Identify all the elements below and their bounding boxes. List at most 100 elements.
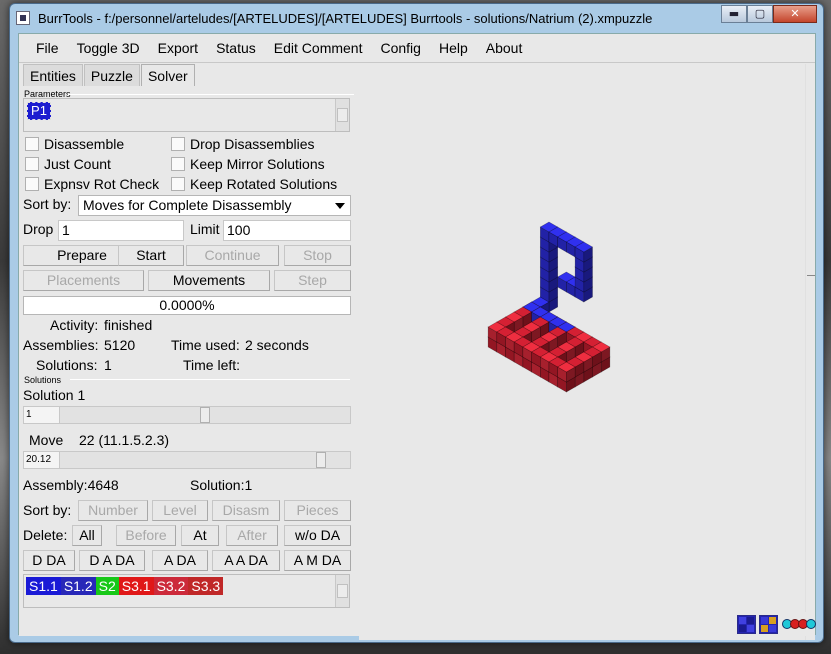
- continue-button[interactable]: Continue: [186, 245, 279, 266]
- main-window: BurrTools - f:/personnel/arteludes/[ARTE…: [9, 3, 824, 643]
- solutions-value: 1: [104, 357, 112, 373]
- a-m-da-button[interactable]: A M DA: [284, 550, 351, 571]
- solution-slider-value: 1: [24, 407, 60, 423]
- delete-all-button[interactable]: All: [72, 525, 102, 546]
- menu-export[interactable]: Export: [149, 34, 207, 62]
- app-icon: [16, 11, 30, 25]
- sort-level-button[interactable]: Level: [152, 500, 208, 521]
- move-slider-knob[interactable]: [316, 452, 326, 468]
- tab-solver[interactable]: Solver: [140, 64, 195, 86]
- menu-file[interactable]: File: [27, 34, 68, 62]
- sort-disasm-button[interactable]: Disasm: [212, 500, 280, 521]
- keep-mirror-label: Keep Mirror Solutions: [190, 156, 325, 172]
- activity-value: finished: [104, 317, 153, 333]
- solution-slider[interactable]: 1: [23, 406, 351, 424]
- piece-s3-2[interactable]: S3.2: [153, 577, 189, 595]
- piece-s3-1[interactable]: S3.1: [118, 577, 154, 595]
- move-value: 22 (11.1.5.2.3): [79, 432, 170, 448]
- just-count-checkbox[interactable]: [25, 157, 39, 171]
- puzzle-3d-render[interactable]: [359, 64, 805, 640]
- move-slider-value: 20.12: [24, 452, 60, 468]
- pieces-scrollbar[interactable]: [335, 575, 349, 607]
- step-button[interactable]: Step: [274, 270, 351, 291]
- stop-button[interactable]: Stop: [284, 245, 351, 266]
- piece-s1-2[interactable]: S1.2: [60, 577, 96, 595]
- sort-row-label: Sort by:: [23, 502, 72, 518]
- disassemble-checkbox[interactable]: [25, 137, 39, 151]
- progress-bar: 0.0000%: [23, 296, 351, 315]
- minimize-button[interactable]: ▬: [721, 5, 747, 23]
- delete-wo-da-button[interactable]: w/o DA: [284, 525, 351, 546]
- parameters-list[interactable]: P1: [23, 98, 350, 132]
- color-grid-icon[interactable]: [759, 615, 778, 634]
- a-a-da-button[interactable]: A A DA: [212, 550, 280, 571]
- viewport-scroll-mark: [807, 275, 815, 276]
- tab-strip: Entities Puzzle Solver: [23, 64, 196, 86]
- drop-input[interactable]: 1: [58, 220, 184, 241]
- expnsv-rot-check-checkbox[interactable]: [25, 177, 39, 191]
- d-da-button[interactable]: D DA: [23, 550, 75, 571]
- 3d-viewport[interactable]: [359, 64, 815, 640]
- keep-rotated-label: Keep Rotated Solutions: [190, 176, 338, 192]
- status-bar: [19, 612, 816, 636]
- delete-before-button[interactable]: Before: [116, 525, 176, 546]
- menu-status[interactable]: Status: [207, 34, 265, 62]
- solution-slider-knob[interactable]: [200, 407, 210, 423]
- spheres-icon[interactable]: [782, 618, 816, 630]
- keep-mirror-checkbox[interactable]: [171, 157, 185, 171]
- time-left-label: Time left:: [183, 357, 241, 373]
- solutions-group-title: Solutions: [24, 375, 62, 385]
- assemblies-label: Assemblies:: [23, 337, 99, 353]
- drop-disassemblies-label: Drop Disassemblies: [190, 136, 315, 152]
- activity-label: Activity:: [50, 317, 99, 333]
- menu-edit-comment[interactable]: Edit Comment: [265, 34, 372, 62]
- sort-pieces-button[interactable]: Pieces: [284, 500, 351, 521]
- menu-about[interactable]: About: [477, 34, 532, 62]
- close-button[interactable]: ✕: [773, 5, 817, 23]
- expnsv-rot-check-label: Expnsv Rot Check: [44, 176, 160, 192]
- sort-number-button[interactable]: Number: [78, 500, 148, 521]
- parameters-divider: [68, 94, 354, 95]
- menu-toggle-3d[interactable]: Toggle 3D: [68, 34, 149, 62]
- solution-info: Solution:1: [190, 477, 253, 493]
- piece-s3-3[interactable]: S3.3: [188, 577, 224, 595]
- piece-s2[interactable]: S2: [95, 577, 119, 595]
- limit-input[interactable]: 100: [223, 220, 351, 241]
- pieces-list[interactable]: S1.1 S1.2 S2 S3.1 S3.2 S3.3: [23, 574, 350, 608]
- pieces-scroll-thumb[interactable]: [337, 584, 348, 598]
- menu-help[interactable]: Help: [430, 34, 477, 62]
- assemblies-value: 5120: [104, 337, 136, 353]
- parameter-p1[interactable]: P1: [27, 102, 51, 120]
- solution-number-label: Solution 1: [23, 387, 86, 403]
- drop-disassemblies-checkbox[interactable]: [171, 137, 185, 151]
- assembly-info: Assembly:4648: [23, 477, 119, 493]
- maximize-button[interactable]: ▢: [747, 5, 773, 23]
- delete-row-label: Delete:: [23, 527, 68, 543]
- blue-grid-icon[interactable]: [737, 615, 756, 634]
- d-a-da-button[interactable]: D A DA: [79, 550, 145, 571]
- window-title: BurrTools - f:/personnel/arteludes/[ARTE…: [38, 11, 653, 26]
- time-used-value: 2 seconds: [245, 337, 309, 353]
- parameters-scrollbar[interactable]: [335, 99, 349, 131]
- sort-by-select[interactable]: Moves for Complete Disassembly: [78, 195, 351, 216]
- keep-rotated-checkbox[interactable]: [171, 177, 185, 191]
- parameters-scroll-thumb[interactable]: [337, 108, 348, 122]
- movements-button[interactable]: Movements: [148, 270, 270, 291]
- tab-entities[interactable]: Entities: [23, 64, 83, 86]
- move-slider[interactable]: 20.12: [23, 451, 351, 469]
- client-area: File Toggle 3D Export Status Edit Commen…: [18, 33, 816, 640]
- drop-label: Drop: [23, 221, 54, 237]
- menu-bar: File Toggle 3D Export Status Edit Commen…: [19, 34, 815, 62]
- menu-config[interactable]: Config: [371, 34, 429, 62]
- start-button[interactable]: Start: [118, 245, 184, 266]
- title-bar[interactable]: BurrTools - f:/personnel/arteludes/[ARTE…: [10, 4, 823, 32]
- tab-puzzle[interactable]: Puzzle: [83, 64, 140, 86]
- delete-after-button[interactable]: After: [226, 525, 278, 546]
- delete-at-button[interactable]: At: [181, 525, 219, 546]
- limit-label: Limit: [190, 221, 220, 237]
- piece-s1-1[interactable]: S1.1: [26, 577, 61, 595]
- viewport-scrollbar[interactable]: [805, 64, 815, 640]
- a-da-button[interactable]: A DA: [152, 550, 208, 571]
- placements-button[interactable]: Placements: [23, 270, 144, 291]
- disassemble-label: Disassemble: [44, 136, 125, 152]
